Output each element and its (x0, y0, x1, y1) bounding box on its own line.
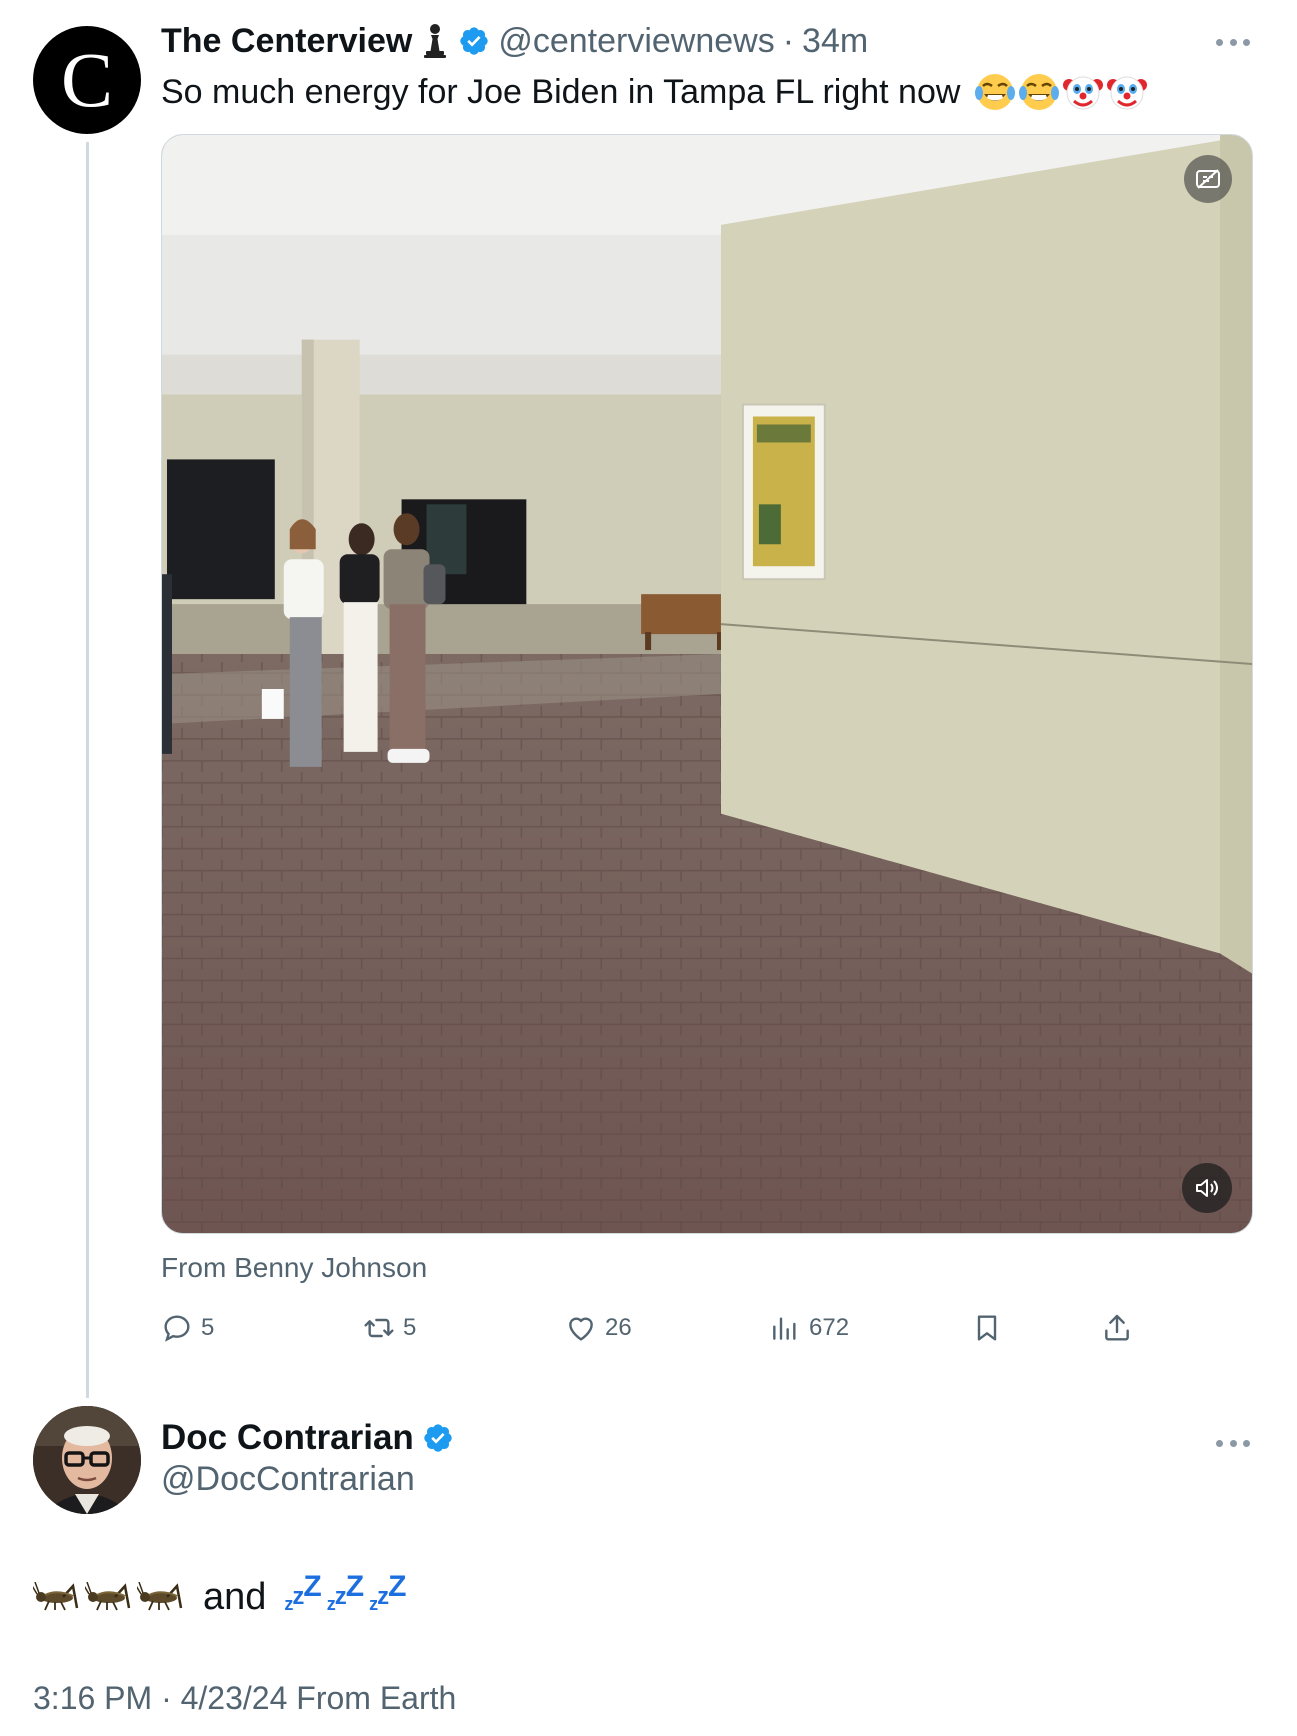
zzz-emoji-icon: zzZ (284, 1570, 321, 1614)
doc-contrarian-avatar[interactable] (33, 1406, 141, 1514)
more-options-icon[interactable] (1216, 37, 1250, 47)
like-count: 26 (605, 1314, 632, 1341)
share-icon (1105, 1314, 1129, 1341)
video-attribution[interactable]: From Benny Johnson (161, 1252, 427, 1284)
zzz-emoji-icon: zzZ (326, 1570, 364, 1614)
clown-face-emoji-icon (1063, 76, 1104, 110)
clown-face-emoji-icon (1107, 76, 1148, 110)
tweet-thread-page: C The Centerview @centerviewnews · 34m S… (0, 0, 1297, 1736)
tweet-text: So much energy for Joe Biden in Tampa FL… (161, 73, 961, 111)
avatar-photo (33, 1406, 141, 1514)
repost-icon (364, 1318, 394, 1338)
more-options-icon[interactable] (1216, 1438, 1250, 1448)
chess-pawn-icon (424, 24, 447, 58)
tweet-text-connector: and (203, 1576, 267, 1618)
quoted-tweet-text: So much energy for Joe Biden in Tampa FL… (161, 70, 1148, 114)
repost-count: 5 (403, 1314, 417, 1341)
captions-toggle-button[interactable] (1184, 155, 1232, 203)
views-button[interactable]: 672 (769, 1308, 849, 1348)
repost-button[interactable]: 5 (363, 1308, 416, 1348)
share-button[interactable] (1101, 1308, 1133, 1348)
main-tweet-text: and zzZ zzZ zzZ (33, 1570, 406, 1622)
cricket-emoji-icon (33, 1582, 79, 1611)
separator-dot: · (782, 22, 795, 60)
bookmark-icon (977, 1315, 997, 1341)
cricket-emoji-icon (85, 1582, 131, 1611)
author-name[interactable]: The Centerview (161, 20, 412, 62)
tweet-time[interactable]: 34m (802, 20, 868, 62)
tweet-video-player[interactable] (161, 134, 1253, 1234)
views-count: 672 (809, 1314, 850, 1341)
cricket-emoji-icon (137, 1582, 183, 1611)
video-frame-image (162, 135, 1252, 1233)
tweet-action-bar: 5 5 26 672 (161, 1308, 1151, 1348)
tweet-timestamp[interactable]: 3:16 PM · 4/23/24 From Earth (33, 1680, 456, 1717)
zzz-emoji-icon: zzZ (369, 1570, 406, 1614)
quoted-tweet-header: The Centerview @centerviewnews · 34m (161, 20, 868, 62)
verified-badge-icon (424, 1424, 452, 1452)
main-tweet-header: Doc Contrarian (161, 1418, 454, 1458)
heart-icon (569, 1317, 593, 1341)
thread-connector-line (86, 142, 89, 1398)
avatar-letter: C (60, 36, 114, 123)
tears-of-joy-emoji-icon (1019, 74, 1060, 110)
reply-count: 5 (201, 1314, 215, 1341)
reply-button[interactable]: 5 (161, 1308, 214, 1348)
like-button[interactable]: 26 (565, 1308, 632, 1348)
tears-of-joy-emoji-icon (975, 74, 1016, 110)
centerview-avatar[interactable]: C (33, 26, 141, 134)
author-handle[interactable]: @DocContrarian (161, 1460, 415, 1499)
author-handle[interactable]: @centerviewnews (498, 20, 774, 62)
views-chart-icon (773, 1317, 796, 1340)
bookmark-button[interactable] (971, 1308, 1003, 1348)
author-name[interactable]: Doc Contrarian (161, 1418, 414, 1458)
verified-badge-icon (460, 27, 488, 55)
volume-muted-icon (1196, 1179, 1218, 1197)
captions-off-icon (1196, 169, 1220, 189)
volume-toggle-button[interactable] (1182, 1163, 1232, 1213)
reply-icon (164, 1315, 190, 1342)
